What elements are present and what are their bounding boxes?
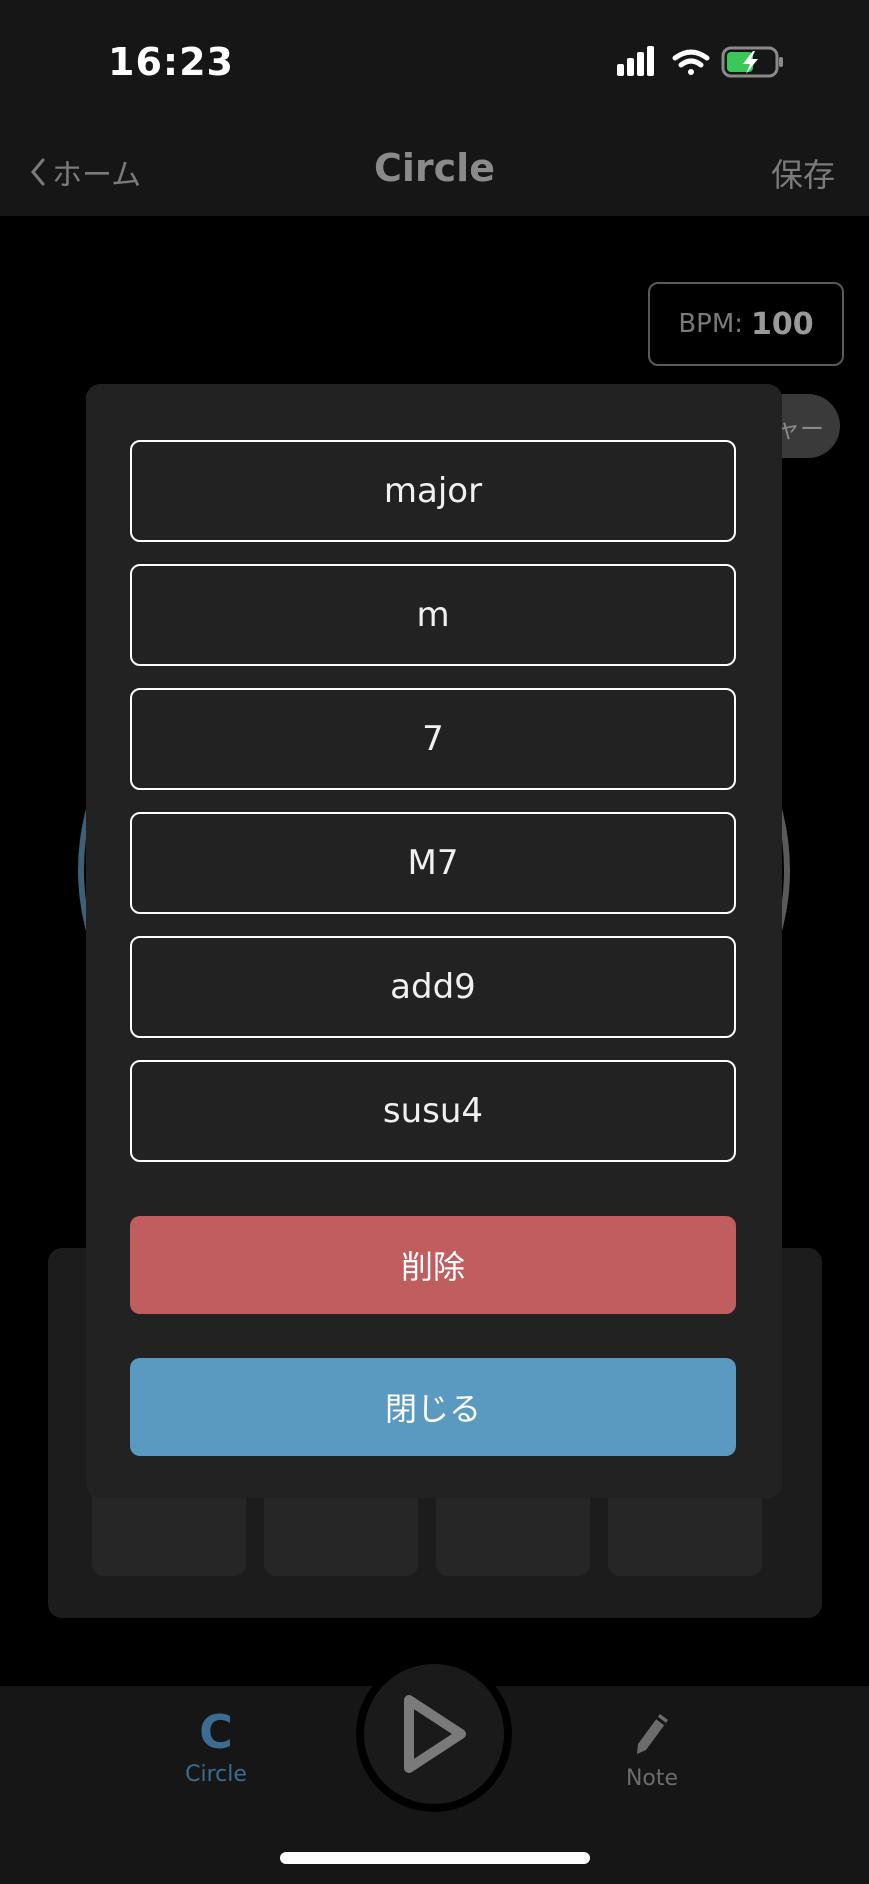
option-add9-button[interactable]: add9 bbox=[130, 936, 736, 1038]
wifi-icon bbox=[672, 49, 710, 75]
status-bar: 16:23 bbox=[0, 0, 869, 120]
chord-type-modal: major m 7 M7 add9 susu4 削除 閉じる bbox=[86, 384, 782, 1498]
status-time: 16:23 bbox=[108, 40, 234, 84]
tab-circle-label: Circle bbox=[185, 1762, 247, 1787]
option-seventh-button[interactable]: 7 bbox=[130, 688, 736, 790]
tab-note-label: Note bbox=[625, 1766, 679, 1791]
tab-note[interactable]: Note bbox=[602, 1710, 702, 1791]
status-icons bbox=[617, 44, 797, 84]
option-major-seventh-button[interactable]: M7 bbox=[130, 812, 736, 914]
battery-icon bbox=[721, 46, 783, 78]
play-button[interactable] bbox=[356, 1656, 512, 1812]
play-icon bbox=[404, 1695, 466, 1773]
tab-circle[interactable]: C Circle bbox=[166, 1706, 266, 1787]
circle-tab-icon: C bbox=[199, 1705, 233, 1759]
close-button[interactable]: 閉じる bbox=[130, 1358, 736, 1456]
bpm-value: 100 bbox=[751, 306, 814, 342]
option-sus4-button[interactable]: susu4 bbox=[130, 1060, 736, 1162]
home-indicator bbox=[280, 1852, 590, 1864]
option-minor-button[interactable]: m bbox=[130, 564, 736, 666]
delete-button[interactable]: 削除 bbox=[130, 1216, 736, 1314]
save-button[interactable]: 保存 bbox=[771, 150, 835, 196]
bpm-label: BPM: bbox=[678, 309, 744, 339]
option-major-button[interactable]: major bbox=[130, 440, 736, 542]
navigation-bar: ホーム Circle 保存 bbox=[0, 120, 869, 216]
mode-toggle-label: ャー bbox=[776, 414, 824, 443]
app-screen: 16:23 ホーム Circle 保存 BPM: 100 ャー C Circle… bbox=[0, 0, 869, 1884]
page-title: Circle bbox=[374, 146, 495, 190]
bpm-control[interactable]: BPM: 100 bbox=[648, 282, 844, 366]
pencil-icon bbox=[637, 1714, 668, 1754]
signal-icon bbox=[617, 46, 654, 76]
